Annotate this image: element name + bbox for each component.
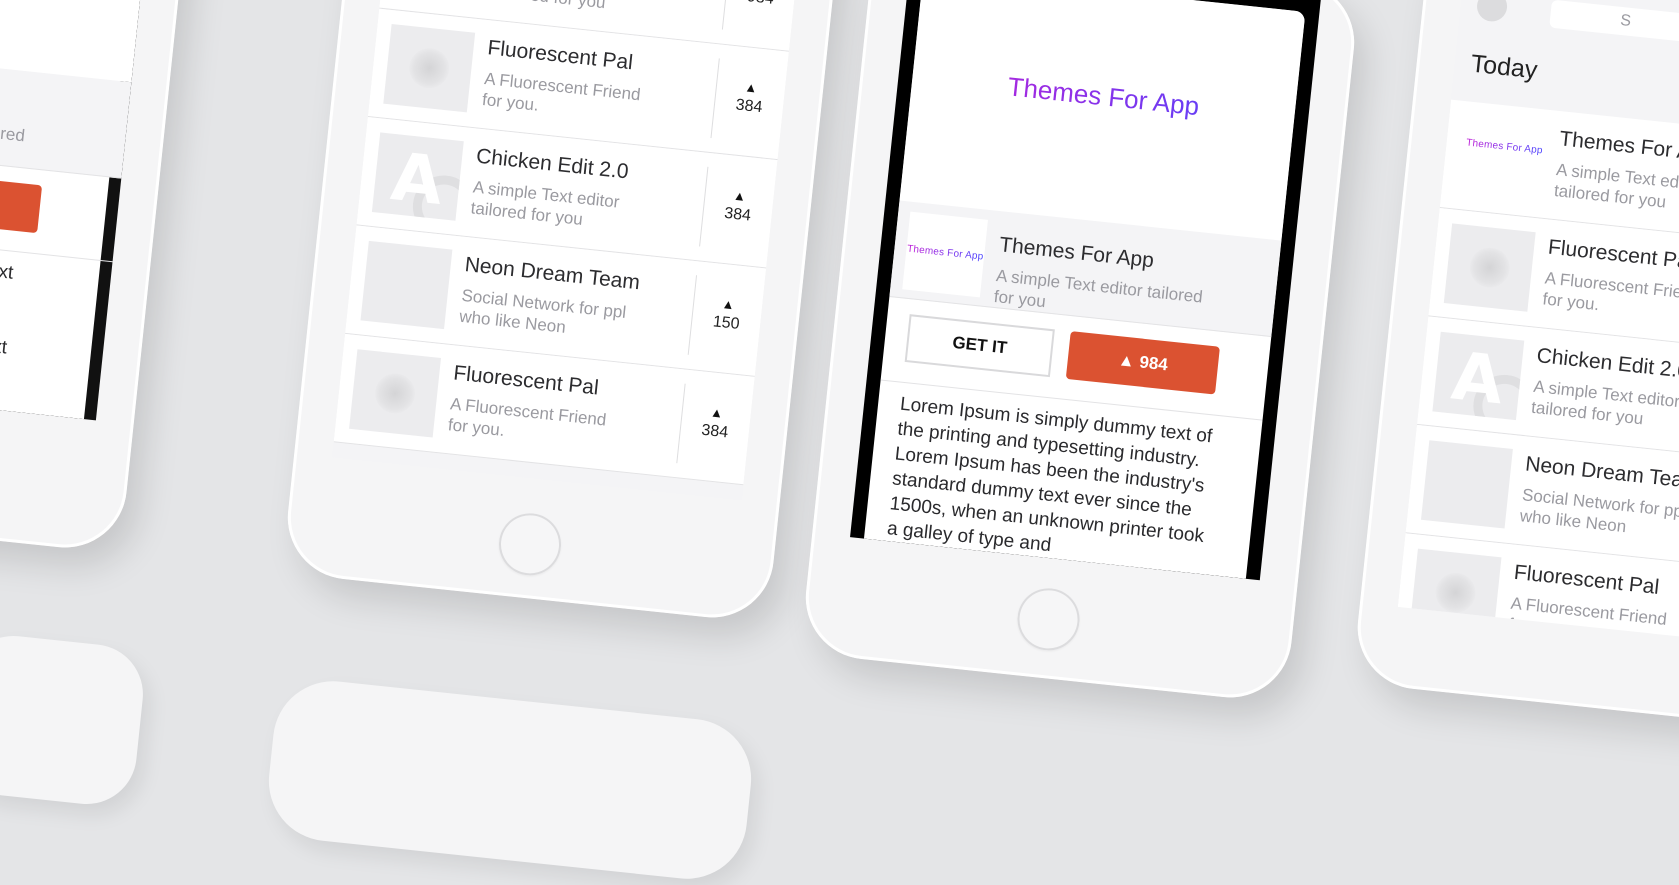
mockup-scene: Themes For App Themes For App Themes For… xyxy=(0,0,1679,885)
upvote-button[interactable]: ▲ 984 xyxy=(1065,331,1220,395)
item-description: A Fluorescent Friend for you. xyxy=(481,69,642,115)
item-description: A simple Text editor tailored for you xyxy=(469,177,621,230)
app-description: A simple Text editor tailored for you xyxy=(0,105,26,146)
phone-edge-decoration xyxy=(0,631,148,809)
vote-count: 984 xyxy=(726,0,796,11)
upvote-count: 984 xyxy=(1138,352,1169,375)
item-description: Social Network for ppl who like Neon xyxy=(458,285,628,337)
phone-today: S Today Themes For App Themes For App A … xyxy=(1351,0,1679,734)
upvote-button[interactable]: ▲ 984 xyxy=(0,169,43,234)
hero-logo: Themes For App xyxy=(911,61,1296,132)
phone-edge-decoration xyxy=(262,675,758,885)
item-thumbnail: Themes For App xyxy=(1455,115,1548,204)
vote-button[interactable]: ▲ 384 xyxy=(699,166,777,254)
get-it-button[interactable]: GET IT xyxy=(904,314,1055,378)
blob-image xyxy=(1433,570,1478,615)
item-description: A Fluorescent Friend for you. xyxy=(447,394,608,440)
vote-button[interactable]: ▲984 xyxy=(721,0,799,37)
item-thumbnail xyxy=(1409,548,1502,637)
search-input[interactable]: S xyxy=(1549,0,1679,61)
vote-count: 150 xyxy=(712,313,741,333)
description-text: Lorem Ipsum is simply dummy text of the … xyxy=(886,393,1214,557)
search-placeholder: S xyxy=(1619,11,1632,30)
app-logo: Themes For App xyxy=(906,243,984,263)
vote-count: 384 xyxy=(700,421,729,442)
vote-count: 384 xyxy=(723,204,752,225)
phone-detail: Themes For App Themes For App Themes For… xyxy=(799,0,1361,704)
item-thumbnail xyxy=(1420,440,1513,529)
avatar[interactable] xyxy=(1475,0,1509,23)
item-description: A Fluorescent Friend for you. xyxy=(1541,268,1679,315)
detail-screen: Themes For App Themes For App Themes For… xyxy=(0,0,156,421)
app-thumbnail: Themes For App xyxy=(902,211,988,298)
item-thumbnail xyxy=(1443,223,1536,312)
phone-list: Themes For App Themes For App A simple T… xyxy=(281,0,843,624)
product-list: Themes For App Themes For App A simple T… xyxy=(333,0,801,486)
item-description: A simple Text editor tailored for you xyxy=(1553,160,1679,212)
item-description: A simple Text editor tailored for you xyxy=(493,0,676,20)
item-thumbnail: A xyxy=(1432,331,1525,421)
home-button[interactable] xyxy=(1014,585,1083,654)
item-thumbnail: Themes For App xyxy=(394,0,487,4)
blob-image xyxy=(373,371,418,416)
description-text: Lorem Ipsum is simply dummy text of the … xyxy=(0,232,15,359)
product-list: Themes For App Themes For App A simple T… xyxy=(1397,99,1679,650)
letter-a-glyph: A xyxy=(1448,337,1508,420)
item-thumbnail: A xyxy=(371,132,464,221)
app-logo: Themes For App xyxy=(1465,137,1544,157)
blob-image xyxy=(407,46,452,91)
vote-button[interactable]: ▲ 384 xyxy=(676,383,754,471)
item-thumbnail xyxy=(349,349,442,438)
today-screen: S Today Themes For App Themes For App A … xyxy=(1397,0,1679,650)
item-thumbnail xyxy=(383,24,476,113)
item-description: A simple Text editor tailored for you xyxy=(1530,376,1679,429)
home-button[interactable] xyxy=(495,510,565,579)
blob-image xyxy=(1467,245,1512,290)
page-title: Today xyxy=(1469,49,1539,85)
vote-button[interactable]: ▲ 150 xyxy=(687,275,765,362)
detail-screen: Themes For App Themes For App Themes For… xyxy=(850,0,1323,581)
item-thumbnail xyxy=(360,240,453,330)
vote-count: 384 xyxy=(734,96,764,117)
letter-a-glyph: A xyxy=(387,138,447,220)
triangle-up-icon: ▲ xyxy=(1117,350,1136,371)
vote-button[interactable]: ▲ 384 xyxy=(710,58,788,146)
item-description: Social Network for ppl who like Neon xyxy=(1518,485,1679,537)
list-screen: Themes For App Themes For App A simple T… xyxy=(332,0,801,501)
phone-left-detail: Themes For App Themes For App Themes For… xyxy=(0,0,194,554)
hero-area: Themes For App xyxy=(899,0,1306,241)
item-description: A Fluorescent Friend for you. xyxy=(1507,593,1668,640)
